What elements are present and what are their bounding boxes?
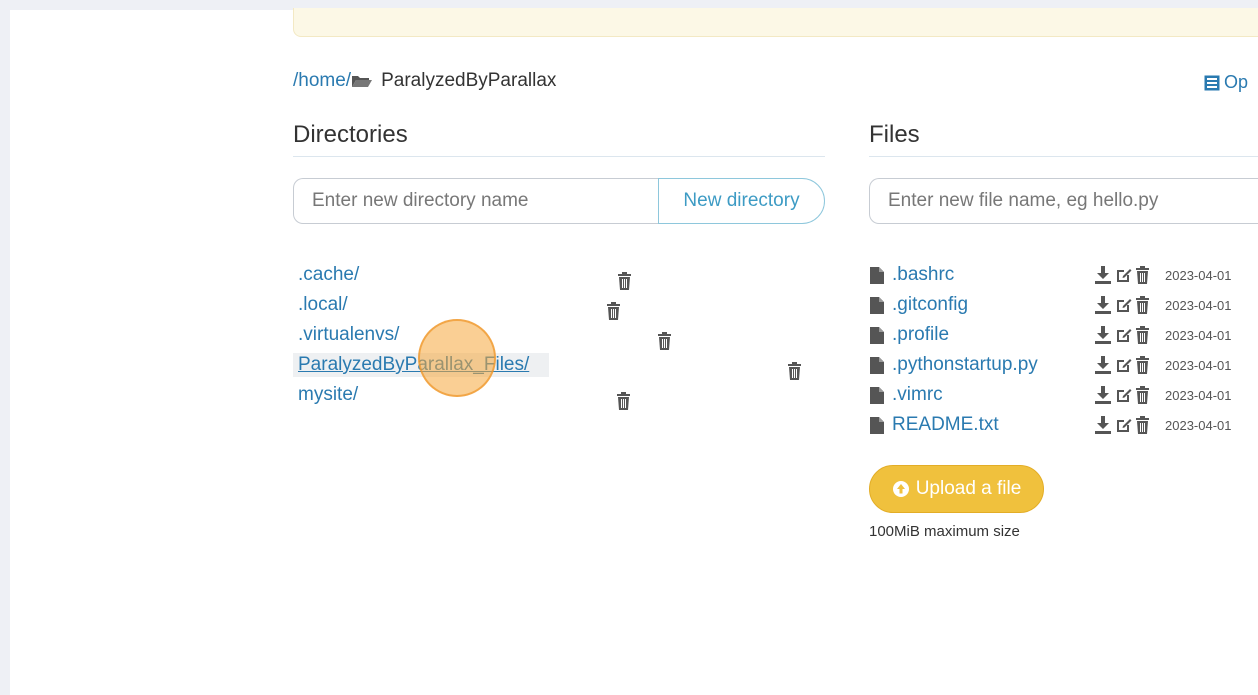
file-item: .vimrc 2023-04-01	[870, 380, 1258, 410]
file-actions	[1095, 326, 1153, 344]
file-item: .gitconfig 2023-04-01	[870, 290, 1258, 320]
page: /home/ ParalyzedByParallax Op Directorie…	[10, 8, 1258, 695]
trash-icon[interactable]	[1136, 356, 1149, 374]
edit-icon[interactable]	[1115, 387, 1132, 404]
trash-icon[interactable]	[1136, 296, 1149, 314]
file-item: .profile 2023-04-01	[870, 320, 1258, 350]
file-icon	[870, 356, 884, 374]
download-icon[interactable]	[1095, 326, 1111, 344]
file-modified-date: 2023-04-01	[1165, 268, 1232, 283]
file-list: .bashrc 2023-04-01 .gitconfig 2023-04-01 .pr…	[870, 260, 1258, 440]
file-actions	[1095, 356, 1153, 374]
new-directory-button[interactable]: New directory	[658, 178, 825, 224]
download-icon[interactable]	[1095, 356, 1111, 374]
directory-item: .local/	[298, 290, 620, 320]
file-link[interactable]: .vimrc	[892, 384, 943, 406]
file-link[interactable]: README.txt	[892, 414, 999, 436]
trash-icon[interactable]	[617, 392, 631, 410]
file-item: .pythonstartup.py 2023-04-01	[870, 350, 1258, 380]
file-actions	[1095, 296, 1153, 314]
trash-icon[interactable]	[1136, 266, 1149, 284]
new-directory-form: Enter new directory name New directory	[293, 178, 825, 224]
directory-item: .cache/	[298, 260, 632, 290]
file-icon	[870, 416, 884, 434]
upload-size-note: 100MiB maximum size	[869, 523, 1020, 540]
file-link[interactable]: .profile	[892, 324, 949, 346]
notice-banner	[293, 8, 1258, 37]
edit-icon[interactable]	[1115, 417, 1132, 434]
trash-icon[interactable]	[788, 362, 802, 380]
file-icon	[870, 386, 884, 404]
file-modified-date: 2023-04-01	[1165, 358, 1232, 373]
directories-divider	[293, 156, 825, 157]
file-icon	[870, 296, 884, 314]
download-icon[interactable]	[1095, 296, 1111, 314]
directories-heading: Directories	[293, 121, 408, 148]
download-icon[interactable]	[1095, 416, 1111, 434]
directory-link-local[interactable]: .local/	[298, 294, 348, 316]
trash-icon[interactable]	[1136, 326, 1149, 344]
file-actions	[1095, 266, 1153, 284]
open-folder-icon	[352, 76, 373, 87]
file-actions	[1095, 416, 1153, 434]
files-divider	[869, 156, 1258, 157]
breadcrumb: /home/ ParalyzedByParallax	[293, 70, 556, 92]
new-file-input[interactable]: Enter new file name, eg hello.py	[869, 178, 1258, 224]
open-link-label[interactable]: Op	[1224, 72, 1248, 93]
breadcrumb-home-link[interactable]: /home/	[293, 70, 351, 92]
open-console-link[interactable]: Op	[1204, 72, 1248, 93]
edit-icon[interactable]	[1115, 327, 1132, 344]
file-modified-date: 2023-04-01	[1165, 298, 1232, 313]
list-icon	[1204, 75, 1220, 90]
file-item: README.txt 2023-04-01	[870, 410, 1258, 440]
upload-arrow-icon	[892, 481, 909, 497]
file-modified-date: 2023-04-01	[1165, 388, 1232, 403]
click-indicator	[418, 319, 496, 397]
file-modified-date: 2023-04-01	[1165, 418, 1232, 433]
edit-icon[interactable]	[1115, 357, 1132, 374]
new-file-form: Enter new file name, eg hello.py	[869, 178, 1258, 224]
upload-file-button[interactable]: Upload a file	[869, 465, 1044, 513]
file-icon	[870, 326, 884, 344]
trash-icon[interactable]	[1136, 416, 1149, 434]
directory-link-mysite[interactable]: mysite/	[298, 384, 358, 406]
edit-icon[interactable]	[1115, 267, 1132, 284]
file-link[interactable]: .pythonstartup.py	[892, 354, 1038, 376]
trash-icon[interactable]	[1136, 386, 1149, 404]
download-icon[interactable]	[1095, 386, 1111, 404]
breadcrumb-current: ParalyzedByParallax	[381, 70, 557, 91]
file-modified-date: 2023-04-01	[1165, 328, 1232, 343]
directory-link-cache[interactable]: .cache/	[298, 264, 359, 286]
edit-icon[interactable]	[1115, 297, 1132, 314]
upload-file-label[interactable]: Upload a file	[916, 478, 1022, 500]
trash-icon[interactable]	[606, 302, 620, 320]
files-heading: Files	[869, 121, 920, 148]
file-actions	[1095, 386, 1153, 404]
trash-icon[interactable]	[658, 332, 672, 350]
download-icon[interactable]	[1095, 266, 1111, 284]
trash-icon[interactable]	[618, 272, 632, 290]
file-link[interactable]: .bashrc	[892, 264, 954, 286]
directory-link-virtualenvs[interactable]: .virtualenvs/	[298, 324, 399, 346]
file-icon	[870, 266, 884, 284]
file-item: .bashrc 2023-04-01	[870, 260, 1258, 290]
new-directory-input[interactable]: Enter new directory name	[293, 178, 658, 224]
file-link[interactable]: .gitconfig	[892, 294, 968, 316]
